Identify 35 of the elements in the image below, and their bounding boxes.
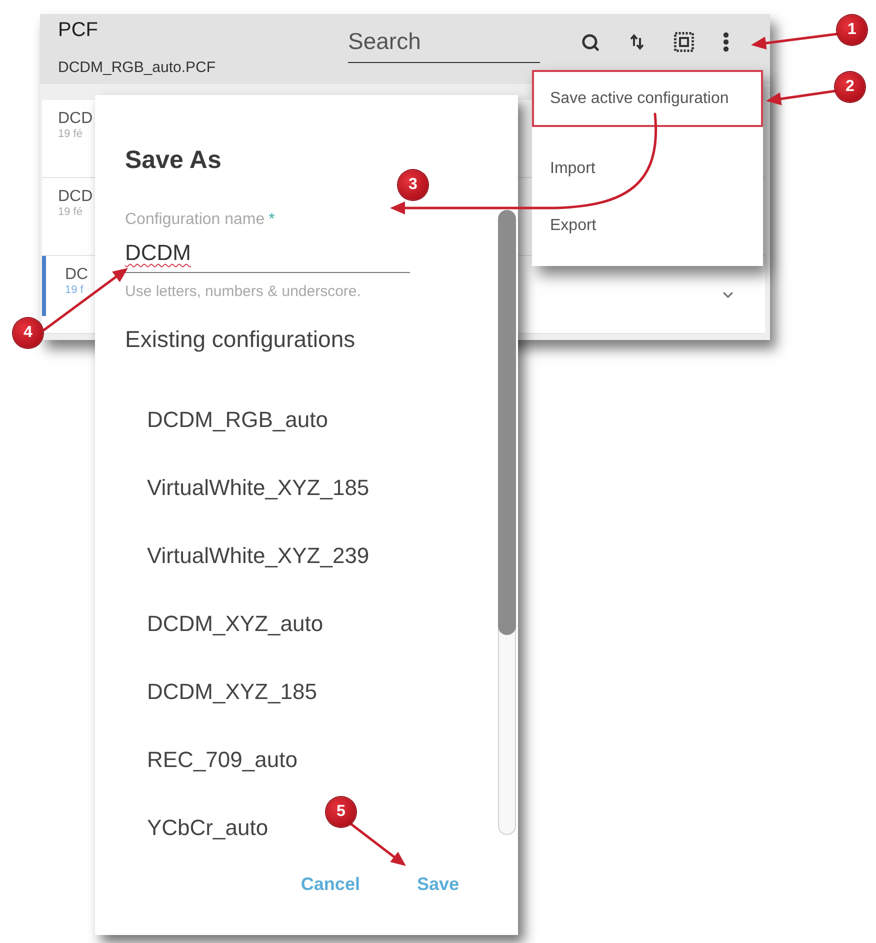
configuration-name-field[interactable]: DCDM: [125, 240, 410, 273]
up-down-arrows-icon[interactable]: [629, 33, 645, 51]
app-title: PCF: [58, 18, 98, 42]
callout-arrow: [350, 822, 406, 866]
scrollbar-track[interactable]: [498, 210, 516, 835]
configuration-item[interactable]: REC_709_auto: [125, 726, 308, 794]
dialog-title: Save As: [125, 145, 222, 175]
configuration-item[interactable]: VirtualWhite_XYZ_185: [125, 454, 380, 522]
configuration-item[interactable]: VirtualWhite_XYZ_239: [125, 522, 380, 590]
row-title: DCD: [58, 189, 93, 205]
dashed-square-icon[interactable]: [674, 32, 694, 52]
search-field[interactable]: Search: [348, 18, 540, 63]
search-icon[interactable]: [581, 32, 600, 52]
callout-number-badge: 1: [837, 15, 867, 45]
scrollbar-thumb[interactable]: [498, 210, 516, 635]
row-date: 19 f: [65, 284, 84, 296]
row-title: DCD: [58, 111, 93, 127]
configuration-item[interactable]: DCDM_XYZ_185: [125, 658, 327, 726]
file-name: DCDM_RGB_auto.PCF: [58, 59, 216, 77]
row-date: 19 fé: [58, 206, 82, 218]
field-label: Configuration name *: [125, 210, 275, 229]
menu-item[interactable]: Export: [532, 197, 763, 254]
callout-number-badge: 4: [13, 318, 43, 348]
configuration-item[interactable]: DCDM_RGB_auto: [125, 386, 338, 454]
configuration-item[interactable]: DCDM_XYZ_auto: [125, 590, 334, 658]
section-title: Existing configurations: [125, 325, 356, 353]
row-title: DC: [65, 267, 88, 283]
callout-arrow: [766, 90, 836, 106]
callout-number-badge: 2: [835, 72, 865, 102]
helper-text: Use letters, numbers & underscore.: [125, 283, 361, 301]
more-options-icon[interactable]: [723, 32, 729, 52]
row-date: 19 fé: [58, 128, 82, 140]
configuration-item[interactable]: YCbCr_auto: [125, 794, 278, 862]
menu-item[interactable]: Import: [532, 140, 763, 197]
menu-item[interactable]: Save active configuration: [532, 70, 763, 127]
